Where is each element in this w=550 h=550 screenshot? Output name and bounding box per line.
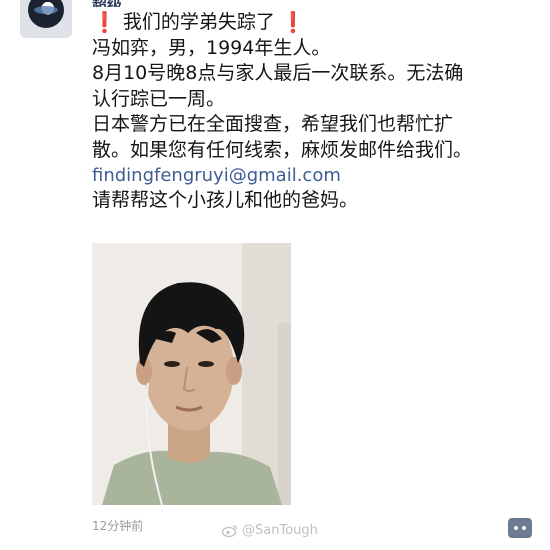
portrait-image xyxy=(92,243,291,505)
post-closing: 请帮帮这个小孩儿和他的爸妈。 xyxy=(92,189,359,211)
post-line: 冯如弈，男，1994年生人。 xyxy=(92,36,331,59)
timestamp: 12分钟前 xyxy=(92,519,144,533)
post-body: ❗ 我们的学弟失踪了 ❗ 冯如弈，男，1994年生人。 8月10号晚8点与家人最… xyxy=(92,10,532,214)
comment-icon[interactable] xyxy=(508,518,532,538)
username[interactable]: 超级 xyxy=(92,0,122,7)
post-line: 认行踪已一周。 xyxy=(92,87,226,110)
email-link[interactable]: findingfengruyi@gmail.com xyxy=(92,163,532,188)
watermark-text: @SanTough xyxy=(242,523,318,538)
post-line: 日本警方已在全面搜查，希望我们也帮忙扩 xyxy=(92,113,454,135)
avatar[interactable] xyxy=(20,0,72,38)
post-line: 8月10号晚8点与家人最后一次联系。无法确 xyxy=(92,62,464,84)
exclamation-icon: ❗ xyxy=(92,10,117,34)
weibo-logo-icon xyxy=(222,525,238,537)
post-photo[interactable] xyxy=(92,243,291,505)
post-title-text: 我们的学弟失踪了 xyxy=(122,11,275,33)
avatar-image xyxy=(28,0,64,28)
watermark: @SanTough xyxy=(222,523,318,538)
post-title: ❗ 我们的学弟失踪了 ❗ xyxy=(92,10,532,36)
exclamation-icon: ❗ xyxy=(280,10,306,34)
post-line: 散。如果您有任何线索，麻烦发邮件给我们。 xyxy=(92,138,473,161)
